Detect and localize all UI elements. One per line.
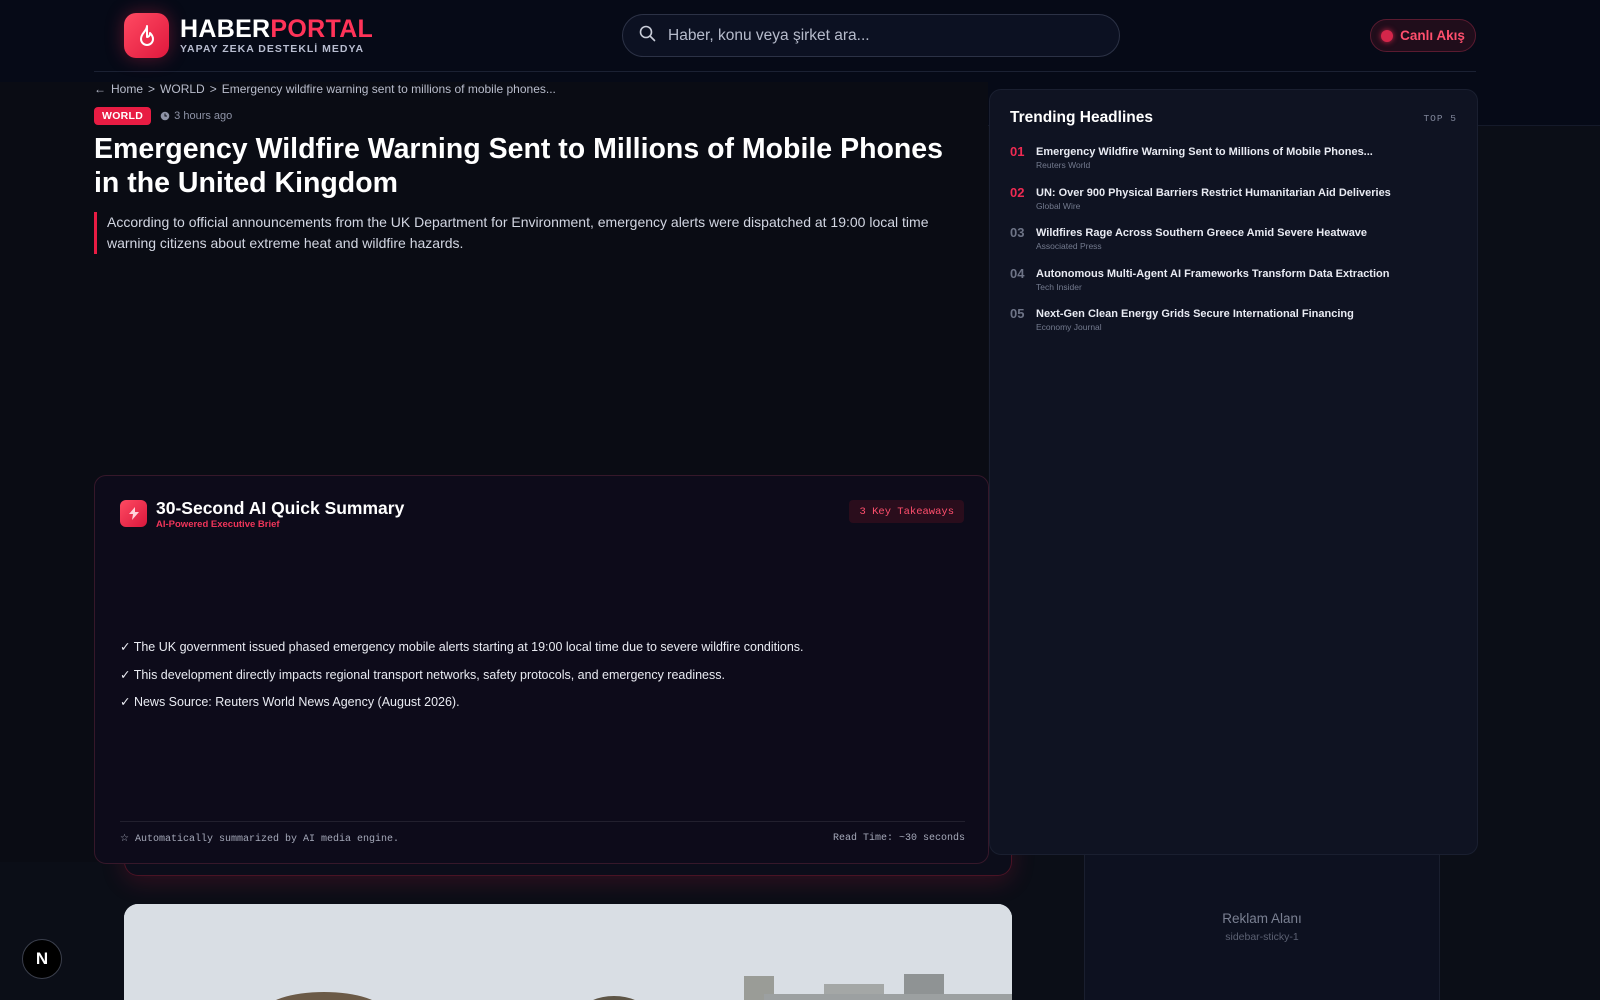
trending-item[interactable]: 02 UN: Over 900 Physical Barriers Restri… [1010,185,1460,226]
summary-bullet: ✓ This development directly impacts regi… [120,667,725,682]
sidebar-ad-slot[interactable]: Reklam Alanı sidebar-sticky-1 [1084,855,1440,1000]
breadcrumb-home[interactable]: Home [111,82,143,96]
trending-rank: 02 [1010,184,1025,200]
ad-slot-id: sidebar-sticky-1 [1225,931,1299,943]
breadcrumb: ← Home > WORLD > Emergency wildfire warn… [94,82,556,96]
trending-item[interactable]: 03 Wildfires Rage Across Southern Greece… [1010,225,1460,266]
trending-list: 01 Emergency Wildfire Warning Sent to Mi… [1010,144,1460,347]
summary-bullets: ✓ The UK government issued phased emerge… [120,639,960,722]
article-time-label: 3 hours ago [174,110,233,122]
trending-rank: 03 [1010,225,1025,240]
trending-source: Tech Insider [1036,281,1082,292]
breadcrumb-category[interactable]: WORLD [160,82,205,96]
trending-source: Associated Press [1036,241,1102,251]
trending-source: Global Wire [1036,200,1081,211]
article-lead: According to official announcements from… [94,212,974,254]
trending-headline[interactable]: UN: Over 900 Physical Barriers Restrict … [1036,186,1460,200]
search-input[interactable] [668,26,1088,45]
trending-badge: TOP 5 [1423,113,1457,124]
brand-name-white: HABER [180,15,271,43]
trending-rank: 05 [1010,306,1025,321]
trending-headline[interactable]: Wildfires Rage Across Southern Greece Am… [1036,226,1460,240]
summary-subtitle: AI-Powered Executive Brief [156,519,280,530]
trending-item[interactable]: 05 Next-Gen Clean Energy Grids Secure In… [1010,306,1460,347]
trending-source: Economy Journal [1036,322,1102,332]
read-time: Read Time: ~30 seconds [832,833,965,844]
trending-item[interactable]: 04 Autonomous Multi-Agent AI Frameworks … [1010,266,1460,307]
trending-title: Trending Headlines [1010,109,1153,126]
clock-icon [160,111,170,121]
brand-name: HABERPORTAL [180,16,373,42]
site-logo[interactable]: HABERPORTAL YAPAY ZEKA DESTEKLİ MEDYA [124,13,373,58]
breadcrumb-separator: > [209,82,217,96]
trending-headline[interactable]: Autonomous Multi-Agent AI Frameworks Tra… [1036,267,1460,281]
nextjs-logo-icon: N [35,949,49,968]
trending-rank: 01 [1010,144,1025,159]
breadcrumb-separator: > [148,82,156,96]
brand-name-red: PORTAL [270,15,374,43]
nextjs-dev-badge[interactable]: N [22,939,62,979]
breadcrumb-current: Emergency wildfire warning sent to milli… [221,82,556,96]
summary-footer-note: ☆ Automatically summarized by AI media e… [120,834,400,845]
takeaways-chip: 3 Key Takeaways [849,500,964,523]
back-arrow-icon[interactable]: ← [94,82,106,96]
article-meta: WORLD 3 hours ago [94,107,232,125]
trending-headline[interactable]: Next-Gen Clean Energy Grids Secure Inter… [1036,307,1460,321]
header-divider [94,71,1476,72]
ad-label: Reklam Alanı [1222,911,1302,926]
trending-source: Reuters World [1036,160,1091,170]
trending-panel: Trending Headlines TOP 5 01 Emergency Wi… [989,89,1478,855]
live-feed-label: Canlı Akış [1400,28,1465,43]
article-title: Emergency Wildfire Warning Sent to Milli… [94,133,944,199]
live-dot-icon [1381,29,1394,42]
trending-item[interactable]: 01 Emergency Wildfire Warning Sent to Mi… [1010,144,1460,185]
search-icon [639,25,656,47]
summary-bullet: ✓ The UK government issued phased emerge… [120,640,804,654]
summary-footer: ☆ Automatically summarized by AI media e… [120,821,965,845]
article-hero-image [124,904,1012,1000]
search-bar[interactable] [622,14,1120,57]
ai-summary-card: 30-Second AI Quick Summary AI-Powered Ex… [94,475,989,864]
category-badge[interactable]: WORLD [94,107,152,125]
brand-tagline: YAPAY ZEKA DESTEKLİ MEDYA [180,43,365,55]
lightning-icon [120,500,147,527]
trending-rank: 04 [1010,265,1025,281]
live-feed-button[interactable]: Canlı Akış [1370,19,1476,52]
trending-headline[interactable]: Emergency Wildfire Warning Sent to Milli… [1036,145,1460,159]
summary-title: 30-Second AI Quick Summary [156,498,405,518]
article-time: 3 hours ago [160,110,232,122]
summary-bullet: ✓ News Source: Reuters World News Agency… [120,695,460,709]
flame-icon [124,13,169,58]
